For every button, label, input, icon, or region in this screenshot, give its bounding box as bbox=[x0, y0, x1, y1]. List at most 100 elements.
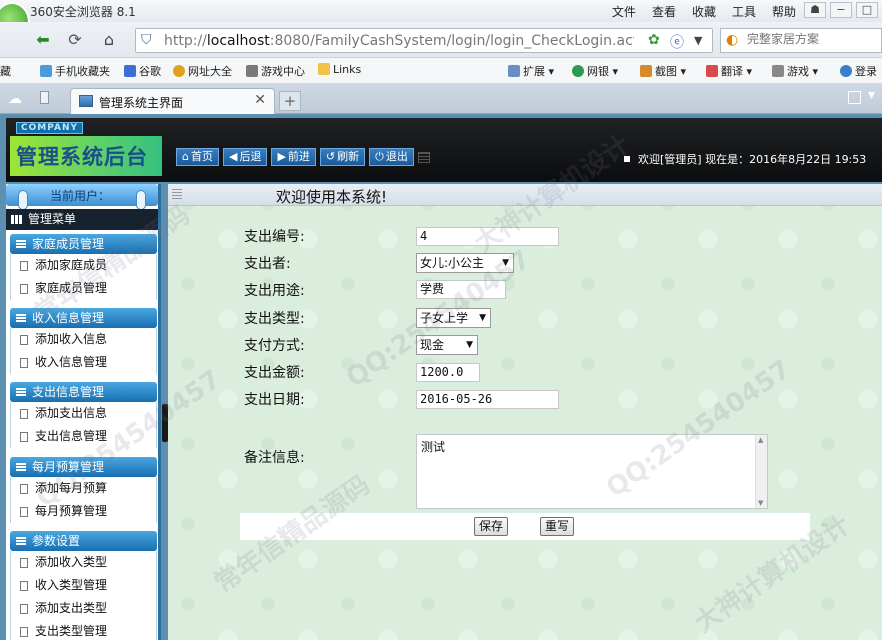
document-icon bbox=[20, 581, 28, 591]
section-title[interactable]: 参数设置 bbox=[10, 531, 157, 551]
section-title[interactable]: 支出信息管理 bbox=[10, 382, 157, 402]
home-icon[interactable]: ⌂ bbox=[96, 28, 122, 52]
back-arrow-icon[interactable]: ⬅ bbox=[30, 28, 56, 52]
purpose-field[interactable]: 学费 bbox=[416, 280, 506, 299]
new-tab-button[interactable]: + bbox=[279, 91, 301, 111]
dropdown-arrow-icon: ▼ bbox=[479, 313, 486, 323]
nav-logout-button[interactable]: ⏻ 退出 bbox=[369, 148, 414, 166]
sidebar-item-manage-expense[interactable]: 支出信息管理 bbox=[10, 425, 157, 448]
ie-engine-icon[interactable]: ⓔ bbox=[670, 32, 684, 52]
bookmark-google[interactable]: 谷歌 bbox=[124, 63, 161, 79]
sidebar-item-manage-income-type[interactable]: 收入类型管理 bbox=[10, 574, 157, 597]
document-icon bbox=[20, 284, 28, 294]
top-nav: ⌂ 首页 ◀ 后退 ▶ 前进 ↺ 刷新 ⏻ 退出 bbox=[176, 148, 414, 166]
browser-titlebar: 360安全浏览器 8.1 文件 查看 收藏 工具 帮助 ☗ − □ bbox=[0, 0, 882, 42]
tab-menu-icon[interactable]: ▾ bbox=[868, 87, 875, 103]
minimize-icon[interactable]: − bbox=[830, 2, 852, 18]
toolbar-games[interactable]: 游戏 ▾ bbox=[772, 63, 818, 79]
maximize-icon[interactable]: □ bbox=[856, 2, 878, 18]
bookmark-mobile[interactable]: 手机收藏夹 bbox=[40, 63, 110, 79]
bookmark-links[interactable]: Links bbox=[318, 63, 361, 76]
reset-button[interactable]: 重写 bbox=[540, 517, 575, 536]
security-check-icon[interactable]: ✿ bbox=[648, 32, 660, 48]
refresh-icon: ↺ bbox=[325, 150, 336, 163]
document-icon bbox=[20, 409, 28, 419]
page-icon[interactable] bbox=[40, 91, 49, 104]
current-user-label: 当前用户： bbox=[50, 189, 111, 203]
menu-tools[interactable]: 工具 bbox=[732, 3, 756, 20]
close-icon[interactable]: ✕ bbox=[254, 92, 266, 108]
address-url[interactable]: http://localhost:8080/FamilyCashSystem/l… bbox=[164, 33, 634, 49]
skin-icon[interactable]: ☗ bbox=[804, 2, 826, 18]
sidebar-item-add-income[interactable]: 添加收入信息 bbox=[10, 328, 157, 351]
section-expense: 支出信息管理 添加支出信息 支出信息管理 bbox=[10, 382, 157, 448]
spender-select[interactable]: 女儿:小公主 ▼ bbox=[416, 253, 514, 273]
section-settings: 参数设置 添加收入类型 收入类型管理 添加支出类型 支出类型管理 bbox=[10, 531, 157, 640]
nav-forward-button[interactable]: ▶ 前进 bbox=[271, 148, 316, 166]
scissors-icon bbox=[640, 65, 652, 77]
save-button[interactable]: 保存 bbox=[474, 517, 509, 536]
date-field[interactable]: 2016-05-26 bbox=[416, 390, 559, 409]
search-box[interactable]: ◐ bbox=[720, 28, 882, 53]
list-icon bbox=[16, 314, 26, 322]
nav-back-button[interactable]: ◀ 后退 bbox=[222, 148, 268, 166]
section-title[interactable]: 家庭成员管理 bbox=[10, 234, 157, 254]
search-input[interactable] bbox=[747, 32, 872, 46]
cloud-icon[interactable]: ☁ bbox=[8, 91, 22, 107]
expense-type-select[interactable]: 子女上学 ▼ bbox=[416, 308, 491, 328]
bookmark-games[interactable]: 游戏中心 bbox=[246, 63, 305, 79]
payment-method-select[interactable]: 现金 ▼ bbox=[416, 335, 478, 355]
sidebar-item-add-expense-type[interactable]: 添加支出类型 bbox=[10, 597, 157, 620]
current-user-bar: 当前用户： bbox=[6, 184, 158, 210]
url-path: :8080/FamilyCashSystem/login/login_Check… bbox=[269, 33, 634, 49]
toolbar-login[interactable]: 登录 bbox=[840, 63, 877, 79]
menu-file[interactable]: 文件 bbox=[612, 3, 636, 20]
section-title[interactable]: 每月预算管理 bbox=[10, 457, 157, 477]
toolbar-screenshot[interactable]: 截图 ▾ bbox=[640, 63, 686, 79]
sidebar-item-add-budget[interactable]: 添加每月预算 bbox=[10, 477, 157, 500]
toolbar-translate[interactable]: 翻译 ▾ bbox=[706, 63, 752, 79]
section-title[interactable]: 收入信息管理 bbox=[10, 308, 157, 328]
textarea-scrollbar[interactable] bbox=[755, 435, 767, 508]
label-remark: 备注信息: bbox=[244, 450, 305, 466]
bookmarks-bar: 藏 手机收藏夹 谷歌 网址大全 游戏中心 Links 扩展 ▾ 网银 ▾ 截图 … bbox=[0, 58, 882, 84]
bookmark-folder[interactable]: 藏 bbox=[0, 63, 11, 79]
tab-restore-icon[interactable] bbox=[848, 91, 861, 104]
label-payment-method: 支付方式: bbox=[244, 338, 305, 354]
search-engine-icon: ◐ bbox=[726, 32, 739, 48]
sidebar-item-manage-budget[interactable]: 每月预算管理 bbox=[10, 500, 157, 523]
section-budget: 每月预算管理 添加每月预算 每月预算管理 bbox=[10, 457, 157, 523]
nav-home-button[interactable]: ⌂ 首页 bbox=[176, 148, 219, 166]
document-icon bbox=[20, 358, 28, 368]
menu-favorites[interactable]: 收藏 bbox=[692, 3, 716, 20]
sidebar-item-add-expense[interactable]: 添加支出信息 bbox=[10, 402, 157, 425]
reload-icon[interactable]: ⟳ bbox=[62, 28, 88, 52]
document-icon bbox=[20, 432, 28, 442]
address-bar[interactable]: ⛉ http://localhost:8080/FamilyCashSystem… bbox=[135, 28, 713, 53]
amount-field[interactable]: 1200.0 bbox=[416, 363, 480, 382]
remark-textarea[interactable]: 测试 bbox=[416, 434, 768, 509]
toolbar-extensions[interactable]: 扩展 ▾ bbox=[508, 63, 554, 79]
company-logo: COMPANY bbox=[16, 122, 83, 134]
label-spender: 支出者: bbox=[244, 256, 291, 272]
bookmark-sites[interactable]: 网址大全 bbox=[173, 63, 232, 79]
sidebar-item-add-member[interactable]: 添加家庭成员 bbox=[10, 254, 157, 277]
menu-help[interactable]: 帮助 bbox=[772, 3, 796, 20]
user-icon bbox=[840, 65, 852, 77]
nav-refresh-button[interactable]: ↺ 刷新 bbox=[319, 148, 366, 166]
document-icon bbox=[20, 604, 28, 614]
sidebar-item-manage-members[interactable]: 家庭成员管理 bbox=[10, 277, 157, 300]
dropdown-arrow-icon: ▼ bbox=[466, 340, 473, 350]
toolbar-banking[interactable]: 网银 ▾ bbox=[572, 63, 618, 79]
welcome-status: 欢迎[管理员] 现在是：2016年8月22日 19:53 bbox=[624, 151, 866, 167]
expense-id-field[interactable]: 4 bbox=[416, 227, 559, 246]
menu-view[interactable]: 查看 bbox=[652, 3, 676, 20]
tab-main[interactable]: 管理系统主界面 ✕ bbox=[70, 88, 275, 114]
home-icon: ⌂ bbox=[182, 150, 189, 163]
brand-title: 管理系统后台 bbox=[16, 145, 148, 169]
sidebar-item-manage-income[interactable]: 收入信息管理 bbox=[10, 351, 157, 374]
toolbar-grip-icon bbox=[418, 152, 430, 163]
sidebar-item-manage-expense-type[interactable]: 支出类型管理 bbox=[10, 620, 157, 640]
sidebar-item-add-income-type[interactable]: 添加收入类型 bbox=[10, 551, 157, 574]
chevron-down-icon[interactable]: ▼ bbox=[694, 34, 702, 47]
